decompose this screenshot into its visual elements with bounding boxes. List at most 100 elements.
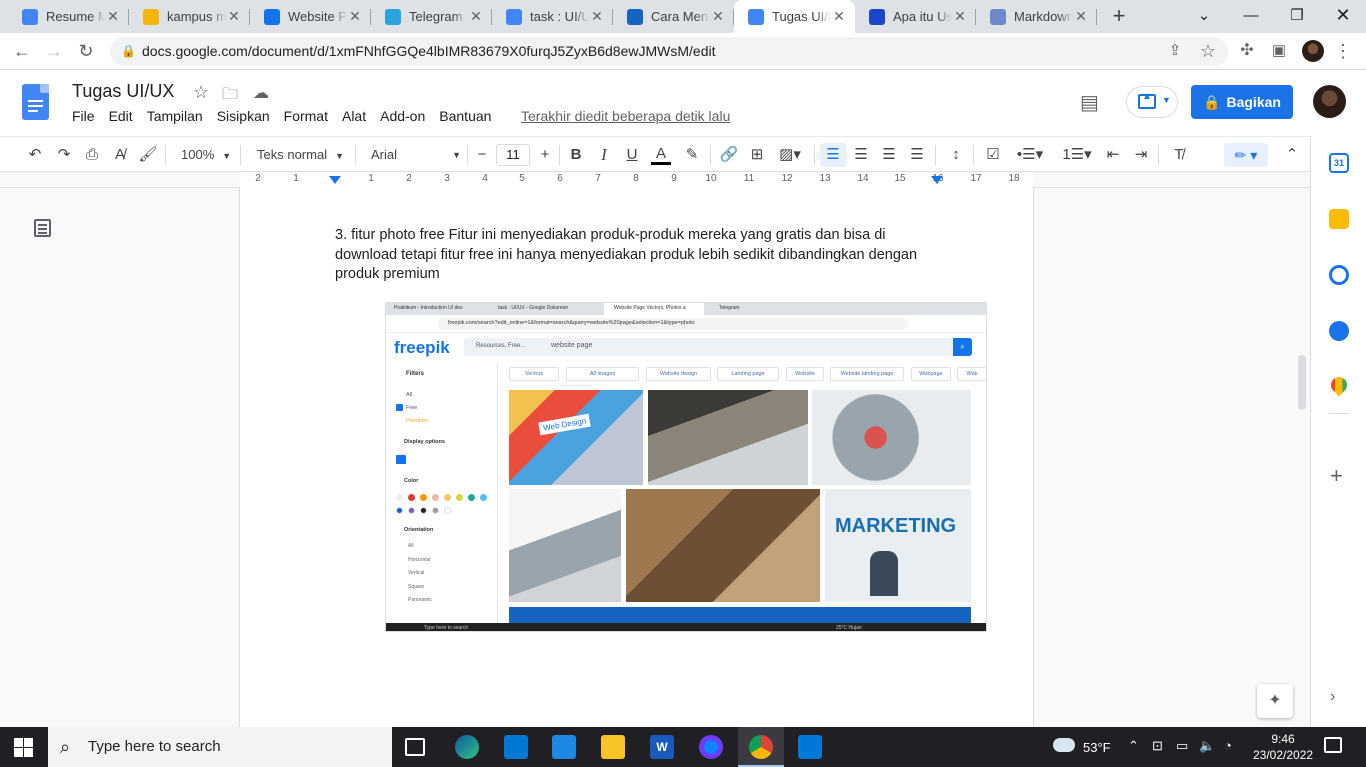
right-indent-marker[interactable]	[931, 176, 943, 184]
menu-sisipkan[interactable]: Sisipkan	[217, 108, 270, 124]
checklist-icon[interactable]: ☑	[983, 145, 1003, 165]
address-bar[interactable]: 🔒 docs.google.com/document/d/1xmFNhfGGQe…	[110, 37, 1228, 66]
chrome-icon[interactable]	[749, 735, 773, 759]
insert-image-icon[interactable]: ▨▾	[775, 145, 805, 165]
menu-alat[interactable]: Alat	[342, 108, 366, 124]
new-tab-button[interactable]: +	[1107, 4, 1131, 28]
print-icon[interactable]: ⎙	[82, 145, 102, 165]
close-tab-icon[interactable]: ✕	[952, 8, 968, 25]
firefox-icon[interactable]	[699, 735, 723, 759]
calendar-icon[interactable]: 31	[1329, 153, 1349, 173]
tasks-icon[interactable]	[1329, 265, 1349, 285]
italic-icon[interactable]: I	[594, 145, 614, 165]
browser-tab[interactable]: Tugas UI/UX✕	[734, 0, 855, 33]
volume-icon[interactable]: 🔈	[1199, 738, 1215, 754]
comments-icon[interactable]: ▤	[1080, 90, 1099, 115]
share-page-icon[interactable]: ⇪	[1162, 38, 1188, 64]
menu-format[interactable]: Format	[284, 108, 328, 124]
taskbar-clock[interactable]: 9:46 23/02/2022	[1253, 731, 1313, 763]
get-addons-icon[interactable]: +	[1330, 463, 1343, 489]
style-select[interactable]: Teks normal ▼	[257, 144, 344, 167]
minimize-button[interactable]: —	[1228, 0, 1274, 33]
browser-tab[interactable]: Cara Menentukan✕	[613, 0, 734, 33]
menu-dots-icon[interactable]: ⋮	[1330, 38, 1356, 64]
editing-mode-icon[interactable]: ✏ ▾	[1224, 143, 1268, 167]
highlight-icon[interactable]: ✎	[682, 145, 702, 165]
close-tab-icon[interactable]: ✕	[347, 8, 363, 25]
menu-tampilan[interactable]: Tampilan	[147, 108, 203, 124]
forward-icon[interactable]: →	[41, 38, 67, 64]
bold-icon[interactable]: B	[566, 145, 586, 165]
font-select[interactable]: Arial ▼	[371, 144, 461, 166]
side-panel-icon[interactable]: ▣	[1266, 38, 1292, 64]
spellcheck-icon[interactable]: A̸	[110, 145, 130, 165]
line-spacing-icon[interactable]: ↕	[946, 145, 966, 165]
word-icon[interactable]: W	[650, 735, 674, 759]
body-paragraph[interactable]: 3. fitur photo free Fitur ini menyediaka…	[335, 226, 935, 285]
browser-tab[interactable]: task : UI/UX✕	[492, 0, 613, 33]
present-button[interactable]: ▲ ▼	[1126, 86, 1178, 118]
maximize-button[interactable]: ❐	[1274, 0, 1320, 33]
tab-search-button[interactable]: ⌄	[1181, 0, 1227, 33]
browser-tab[interactable]: kampus merdeka✕	[129, 0, 250, 33]
bookmark-star-icon[interactable]: ☆	[1195, 38, 1221, 64]
mail-icon[interactable]	[552, 735, 576, 759]
browser-tab[interactable]: Resume Mata Kuliah✕	[8, 0, 129, 33]
font-size-input[interactable]: 11	[496, 144, 530, 166]
close-tab-icon[interactable]: ✕	[710, 8, 726, 25]
task-view-icon[interactable]	[405, 738, 425, 756]
close-tab-icon[interactable]: ✕	[589, 8, 605, 25]
decrease-indent-icon[interactable]: ⇤	[1103, 145, 1123, 165]
browser-tab[interactable]: Apa itu User✕	[855, 0, 976, 33]
menu-bantuan[interactable]: Bantuan	[439, 108, 491, 124]
store-icon[interactable]	[504, 735, 528, 759]
increase-indent-icon[interactable]: ⇥	[1131, 145, 1151, 165]
add-comment-icon[interactable]: ⊞	[747, 145, 767, 165]
vscode-icon[interactable]	[798, 735, 822, 759]
taskbar-search-box[interactable]: ⌕ Type here to search	[48, 727, 392, 767]
bulleted-list-icon[interactable]: •☰▾	[1012, 145, 1048, 165]
back-icon[interactable]: ←	[9, 38, 35, 64]
contacts-icon[interactable]	[1329, 321, 1349, 341]
last-edit-link[interactable]: Terakhir diedit beberapa detik lalu	[521, 108, 730, 124]
document-title[interactable]: Tugas UI/UX	[72, 81, 174, 102]
browser-tab[interactable]: Markdown ✕	[976, 0, 1097, 33]
star-icon[interactable]: ☆	[193, 82, 209, 103]
undo-icon[interactable]: ↶	[25, 145, 45, 165]
menu-add-on[interactable]: Add-on	[380, 108, 425, 124]
embedded-screenshot-image[interactable]: Praktikum - Introduction UI des task : U…	[385, 302, 987, 632]
underline-icon[interactable]: U	[622, 145, 642, 165]
align-right-icon[interactable]: ☰	[879, 145, 899, 165]
network-icon[interactable]: ⊡	[1152, 738, 1163, 754]
text-color-icon[interactable]: A	[651, 145, 671, 165]
close-tab-icon[interactable]: ✕	[226, 8, 242, 25]
explore-icon[interactable]: ✦	[1257, 684, 1293, 718]
docs-logo-icon[interactable]	[22, 84, 49, 120]
close-tab-icon[interactable]: ✕	[1073, 8, 1089, 25]
left-indent-marker[interactable]	[329, 176, 341, 184]
collapse-side-panel-icon[interactable]: ›	[1330, 688, 1335, 706]
move-folder-icon[interactable]: 🗀	[222, 83, 238, 110]
paint-format-icon[interactable]: 🖌	[138, 145, 158, 165]
align-left-icon[interactable]: ☰	[820, 143, 846, 167]
account-avatar[interactable]	[1313, 85, 1346, 118]
align-justify-icon[interactable]: ☰	[907, 145, 927, 165]
zoom-select[interactable]: 100% ▼	[181, 144, 231, 167]
menu-file[interactable]: File	[72, 108, 95, 124]
align-center-icon[interactable]: ☰	[851, 145, 871, 165]
edge-icon[interactable]	[455, 735, 479, 759]
menu-edit[interactable]: Edit	[109, 108, 133, 124]
weather-icon[interactable]	[1053, 738, 1075, 752]
reload-icon[interactable]: ↻	[73, 38, 99, 64]
share-button[interactable]: 🔒 Bagikan	[1191, 85, 1293, 119]
close-tab-icon[interactable]: ✕	[468, 8, 484, 25]
clear-formatting-icon[interactable]: T̸	[1169, 145, 1189, 165]
decrease-font-size-icon[interactable]: −	[474, 145, 490, 165]
increase-font-size-icon[interactable]: +	[537, 145, 553, 165]
extensions-icon[interactable]: ✣	[1234, 38, 1260, 64]
close-tab-icon[interactable]: ✕	[831, 8, 847, 25]
profile-avatar[interactable]	[1302, 40, 1324, 62]
numbered-list-icon[interactable]: 1☰▾	[1058, 145, 1096, 165]
wifi-icon[interactable]: ◔	[1224, 738, 1232, 753]
vertical-scrollbar[interactable]	[1298, 355, 1306, 410]
